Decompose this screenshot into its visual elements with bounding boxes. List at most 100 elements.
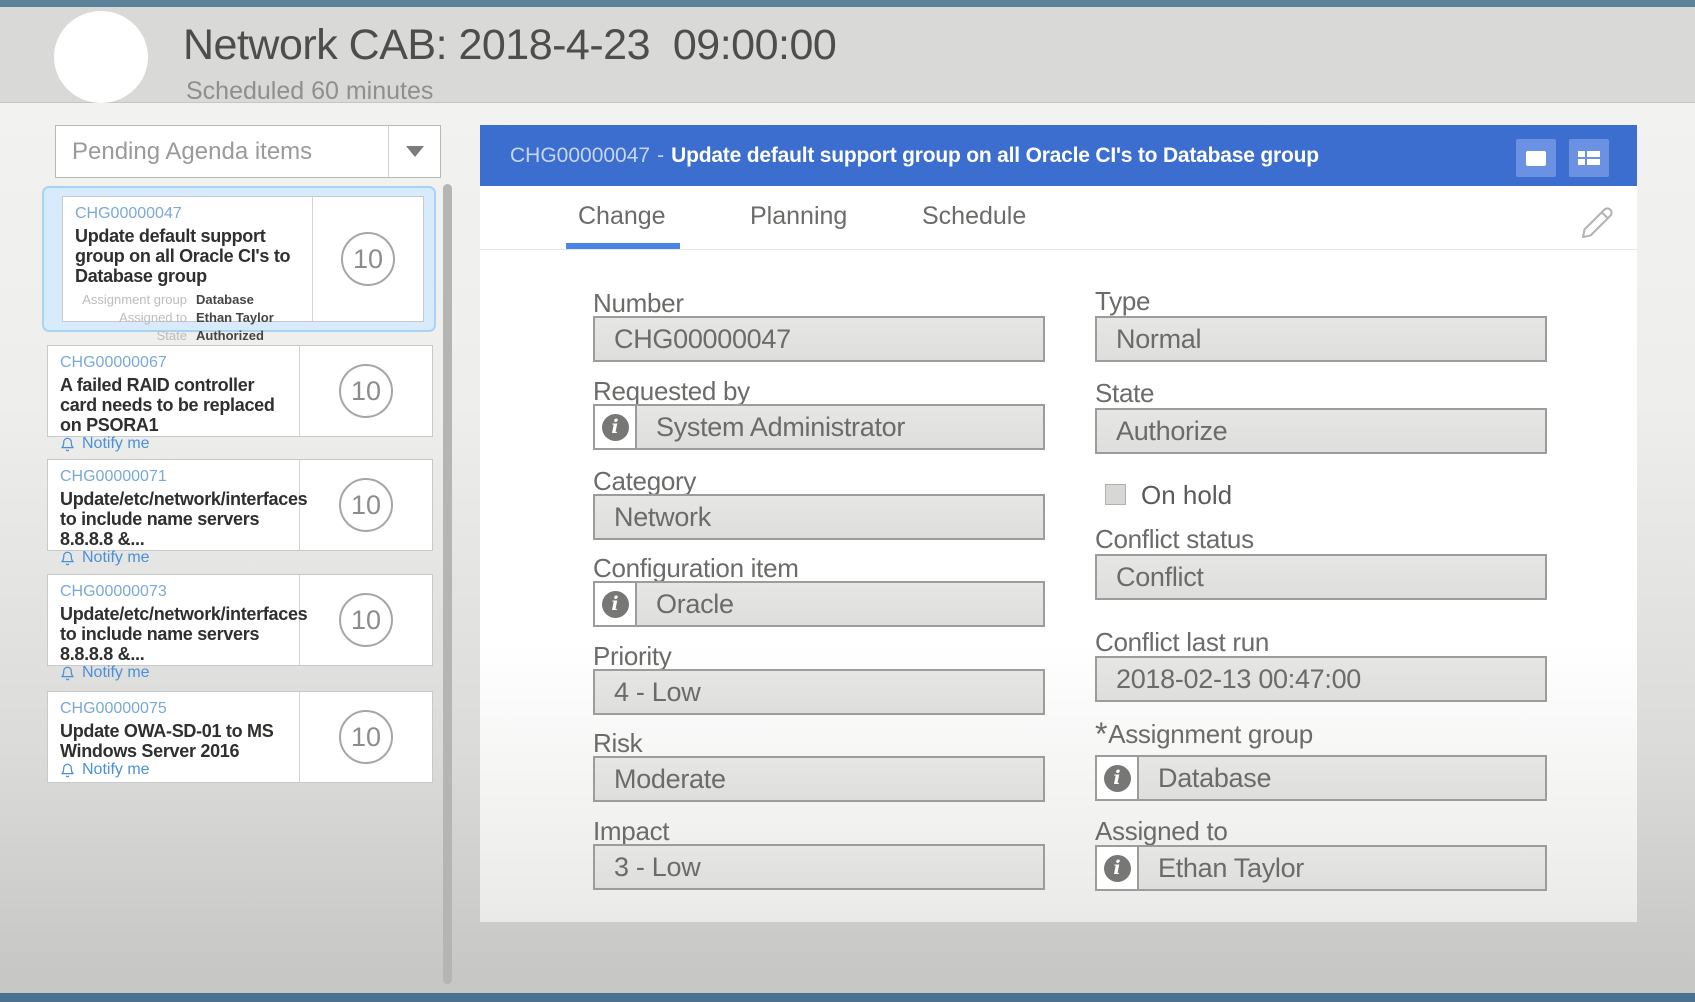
- requested-by-input[interactable]: i System Administrator: [593, 404, 1045, 450]
- tab-schedule[interactable]: Schedule: [922, 202, 1026, 231]
- card-details: Assignment groupDatabase Assigned toEtha…: [75, 291, 306, 344]
- impact-label: Impact: [593, 816, 669, 847]
- card-content: CHG00000067 A failed RAID controller car…: [48, 346, 300, 436]
- info-icon[interactable]: i: [595, 406, 637, 448]
- number-label: Number: [593, 288, 684, 319]
- card-duration-area: 10: [300, 460, 432, 550]
- change-titlebar: CHG00000047 - Update default support gro…: [480, 125, 1637, 186]
- agenda-filter-dropdown[interactable]: Pending Agenda items: [55, 125, 441, 178]
- card-content: CHG00000047 Update default support group…: [63, 197, 313, 321]
- conflict-status-label: Conflict status: [1095, 524, 1254, 555]
- card-content: CHG00000073 Update/etc/network/interface…: [48, 575, 300, 665]
- card-title: Update default support group on all Orac…: [75, 226, 306, 286]
- meeting-duration: Scheduled 60 minutes: [186, 77, 433, 106]
- list-view-button[interactable]: [1569, 139, 1609, 177]
- present-view-button[interactable]: [1516, 139, 1556, 177]
- type-value: Normal: [1097, 318, 1545, 360]
- notify-me-link[interactable]: Notify me: [60, 761, 293, 779]
- card-duration-area: 10: [300, 575, 432, 665]
- list-view-icon: [1577, 149, 1601, 167]
- change-number-link[interactable]: CHG00000047: [75, 205, 306, 223]
- risk-input[interactable]: Moderate: [593, 756, 1045, 802]
- chevron-down-icon: [406, 146, 424, 157]
- card-title: Update/etc/network/interfaces to include…: [60, 604, 293, 664]
- card-duration-area: 10: [300, 346, 432, 436]
- configuration-item-input[interactable]: i Oracle: [593, 581, 1045, 627]
- info-icon[interactable]: i: [1097, 847, 1139, 889]
- change-number-link[interactable]: CHG00000067: [60, 354, 293, 372]
- change-number-link[interactable]: CHG00000075: [60, 700, 293, 718]
- notify-me-label: Notify me: [82, 761, 150, 779]
- duration-badge: 10: [339, 710, 393, 764]
- agenda-card[interactable]: CHG00000067 A failed RAID controller car…: [47, 345, 433, 437]
- conflict-status-input[interactable]: Conflict: [1095, 554, 1547, 600]
- requested-by-label: Requested by: [593, 376, 750, 407]
- requested-by-value: System Administrator: [637, 406, 1043, 448]
- notify-me-label: Notify me: [82, 435, 150, 453]
- bell-icon: [60, 550, 75, 567]
- priority-value: 4 - Low: [595, 671, 1043, 713]
- tab-change[interactable]: Change: [578, 202, 666, 231]
- category-value: Network: [595, 496, 1043, 538]
- notify-me-link[interactable]: Notify me: [60, 435, 293, 453]
- duration-badge: 10: [341, 232, 395, 286]
- conflict-last-run-input[interactable]: 2018-02-13 00:47:00: [1095, 656, 1547, 702]
- priority-label: Priority: [593, 641, 672, 672]
- detail-value: Ethan Taylor: [196, 309, 274, 327]
- card-duration-area: 10: [313, 197, 423, 321]
- change-number-link[interactable]: CHG00000073: [60, 583, 293, 601]
- card-content: CHG00000071 Update/etc/network/interface…: [48, 460, 300, 550]
- configuration-item-value: Oracle: [637, 583, 1043, 625]
- detail-label: Assigned to: [75, 309, 187, 327]
- on-hold-checkbox[interactable]: [1105, 484, 1126, 505]
- assignment-group-label: *Assignment group: [1095, 719, 1313, 750]
- agenda-card[interactable]: CHG00000075 Update OWA-SD-01 to MS Windo…: [47, 691, 433, 783]
- detail-label: State: [75, 327, 187, 345]
- conflict-last-run-value: 2018-02-13 00:47:00: [1097, 658, 1545, 700]
- bell-icon: [60, 665, 75, 682]
- card-duration-area: 10: [300, 692, 432, 782]
- titlebar-short-description: Update default support group on all Orac…: [671, 144, 1319, 168]
- priority-input[interactable]: 4 - Low: [593, 669, 1045, 715]
- configuration-item-label: Configuration item: [593, 553, 799, 584]
- agenda-card[interactable]: CHG00000071 Update/etc/network/interface…: [47, 459, 433, 551]
- category-input[interactable]: Network: [593, 494, 1045, 540]
- tab-planning[interactable]: Planning: [750, 202, 847, 231]
- titlebar-separator: -: [657, 144, 664, 168]
- impact-input[interactable]: 3 - Low: [593, 844, 1045, 890]
- state-input[interactable]: Authorize: [1095, 408, 1547, 454]
- required-marker: *: [1095, 716, 1107, 752]
- state-value: Authorize: [1097, 410, 1545, 452]
- assignment-group-value: Database: [1139, 757, 1545, 799]
- info-icon[interactable]: i: [595, 583, 637, 625]
- assignment-group-input[interactable]: i Database: [1095, 755, 1547, 801]
- dropdown-arrow-button[interactable]: [388, 126, 440, 177]
- notify-me-link[interactable]: Notify me: [60, 664, 293, 682]
- notify-me-label: Notify me: [82, 549, 150, 567]
- assigned-to-label: Assigned to: [1095, 816, 1228, 847]
- type-input[interactable]: Normal: [1095, 316, 1547, 362]
- edit-pencil-icon[interactable]: [1580, 204, 1616, 240]
- cab-workbench: Network CAB: 2018-4-23 09:00:00 Schedule…: [0, 0, 1695, 1002]
- conflict-status-value: Conflict: [1097, 556, 1545, 598]
- agenda-card[interactable]: CHG00000047 Update default support group…: [62, 196, 424, 322]
- bell-icon: [60, 762, 75, 779]
- change-number-link[interactable]: CHG00000071: [60, 468, 293, 486]
- category-label: Category: [593, 466, 696, 497]
- info-icon[interactable]: i: [1097, 757, 1139, 799]
- detail-value: Authorized: [196, 327, 264, 345]
- notify-me-link[interactable]: Notify me: [60, 549, 293, 567]
- titlebar-change-number: CHG00000047: [510, 144, 650, 168]
- agenda-card[interactable]: CHG00000073 Update/etc/network/interface…: [47, 574, 433, 666]
- risk-label: Risk: [593, 728, 642, 759]
- card-title: A failed RAID controller card needs to b…: [60, 375, 293, 435]
- meeting-title: Network CAB: 2018-4-23 09:00:00: [183, 21, 836, 70]
- assigned-to-input[interactable]: i Ethan Taylor: [1095, 845, 1547, 891]
- number-input[interactable]: CHG00000047: [593, 316, 1045, 362]
- risk-value: Moderate: [595, 758, 1043, 800]
- left-list-scrollbar[interactable]: [443, 184, 452, 984]
- record-tabbar: Change Planning Schedule: [480, 186, 1637, 250]
- state-label: State: [1095, 378, 1154, 409]
- avatar: [54, 11, 148, 103]
- duration-badge: 10: [339, 593, 393, 647]
